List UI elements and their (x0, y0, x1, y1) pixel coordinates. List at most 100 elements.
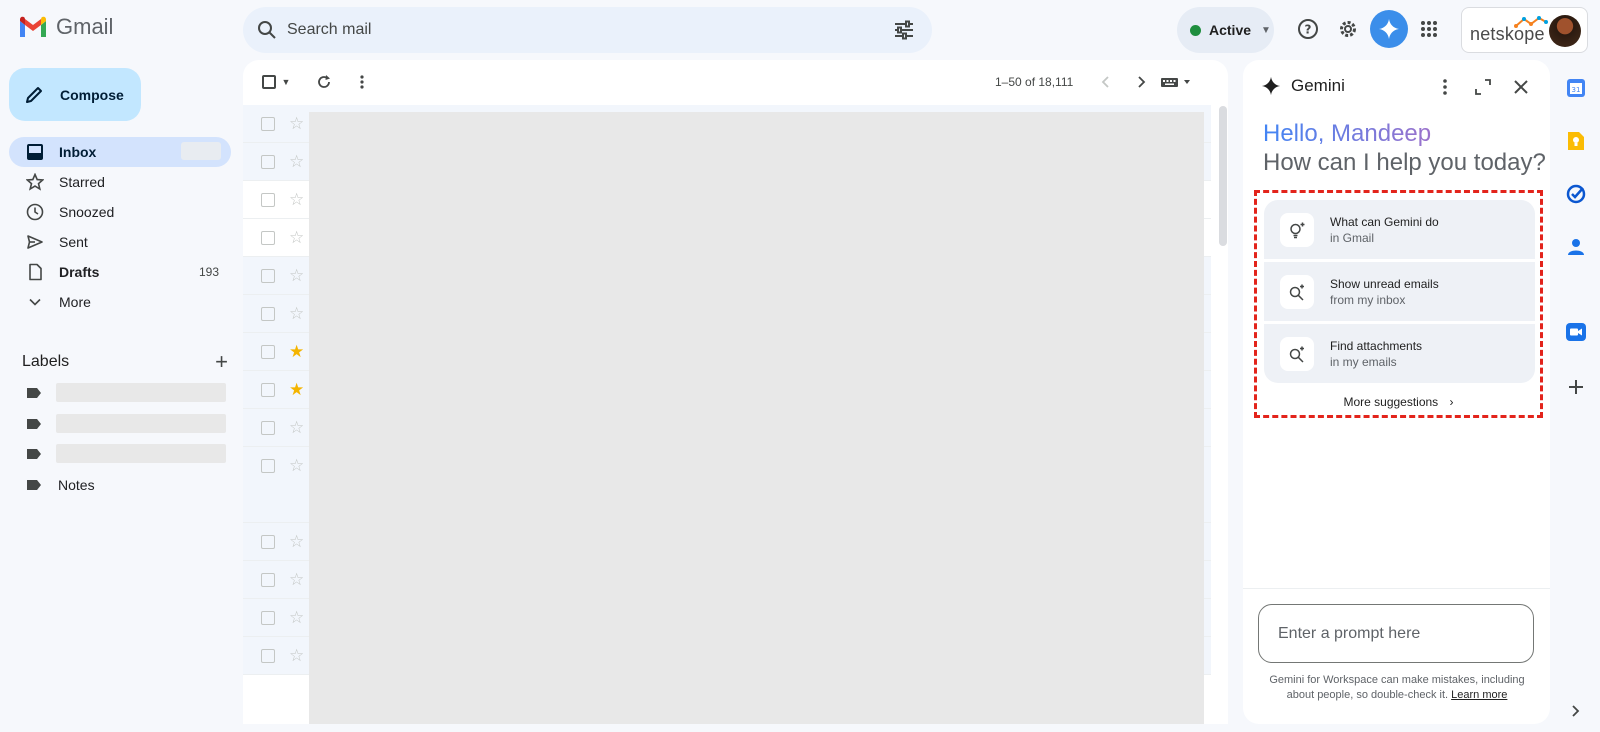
avatar[interactable] (1549, 15, 1581, 47)
suggestion-find-attachments[interactable]: Find attachments in my emails (1264, 324, 1535, 383)
redacted-label (56, 414, 226, 433)
status-dot-icon (1190, 24, 1201, 36)
keep-icon[interactable] (1565, 130, 1587, 152)
star-icon[interactable]: ☆ (289, 267, 304, 284)
redacted-count (181, 142, 221, 160)
apps-grid-icon[interactable] (1416, 16, 1442, 42)
starred-icon[interactable]: ★ (289, 381, 304, 398)
row-checkbox[interactable] (261, 306, 275, 321)
close-icon[interactable] (1510, 76, 1532, 98)
account-switcher[interactable]: netskope (1461, 7, 1588, 53)
sidebar-item-label: Snoozed (59, 204, 115, 220)
gmail-logo[interactable]: Gmail (18, 14, 113, 40)
star-icon[interactable]: ☆ (289, 609, 304, 626)
prompt-box[interactable] (1258, 604, 1534, 663)
lightbulb-sparkle-icon (1280, 212, 1314, 247)
mail-toolbar: ▼ 1–50 of 18,111 (243, 60, 1228, 104)
row-checkbox[interactable] (261, 420, 275, 435)
star-icon[interactable]: ☆ (289, 571, 304, 588)
sidebar-item-inbox[interactable]: Inbox (9, 137, 231, 167)
row-checkbox[interactable] (261, 459, 275, 473)
contacts-icon[interactable] (1565, 236, 1587, 258)
row-checkbox[interactable] (261, 648, 275, 663)
star-icon[interactable]: ☆ (289, 191, 304, 208)
calendar-icon[interactable]: 31 (1565, 77, 1587, 99)
row-checkbox[interactable] (261, 610, 275, 625)
sidebar-item-label: Drafts (59, 264, 100, 280)
row-checkbox[interactable] (261, 534, 275, 549)
refresh-icon[interactable] (314, 72, 334, 92)
more-suggestions-link[interactable]: More suggestions › (1257, 395, 1540, 409)
gmail-m-icon (20, 16, 46, 37)
chevron-right-icon: › (1449, 395, 1454, 409)
gemini-toggle-button[interactable] (1370, 10, 1408, 48)
search-sparkle-icon (1280, 274, 1314, 309)
star-icon[interactable]: ☆ (289, 115, 304, 132)
star-icon[interactable]: ☆ (289, 229, 304, 246)
sidebar-item-snoozed[interactable]: Snoozed (9, 197, 231, 227)
row-checkbox[interactable] (261, 344, 275, 359)
add-addon-icon[interactable] (1565, 376, 1587, 398)
label-item[interactable] (26, 444, 226, 463)
suggestion-what-can-gemini-do[interactable]: What can Gemini do in Gmail (1264, 200, 1535, 259)
compose-button[interactable]: Compose (9, 68, 141, 121)
sidebar-item-starred[interactable]: Starred (9, 167, 231, 197)
expand-icon[interactable] (1472, 76, 1494, 98)
settings-gear-icon[interactable] (1335, 16, 1361, 42)
account-brand: netskope (1470, 24, 1545, 44)
suggestion-subtitle: in my emails (1330, 354, 1397, 369)
sidebar-item-drafts[interactable]: Drafts 193 (9, 257, 231, 287)
select-menu-chevron-icon[interactable]: ▼ (276, 72, 296, 92)
row-checkbox[interactable] (261, 192, 275, 207)
prompt-input[interactable] (1278, 624, 1518, 643)
row-checkbox[interactable] (261, 116, 275, 131)
star-icon[interactable]: ☆ (289, 153, 304, 170)
sidebar-item-sent[interactable]: Sent (9, 227, 231, 257)
gmail-wordmark: Gmail (56, 14, 114, 39)
star-icon[interactable]: ☆ (289, 419, 304, 436)
learn-more-link[interactable]: Learn more (1451, 689, 1507, 701)
label-tag-icon (27, 448, 41, 459)
row-checkbox[interactable] (261, 572, 275, 587)
search-icon[interactable] (255, 18, 279, 42)
starred-icon[interactable]: ★ (289, 343, 304, 360)
chevron-right-icon[interactable] (1565, 700, 1587, 722)
add-label-icon[interactable]: + (215, 349, 228, 375)
mail-scrollbar[interactable] (1219, 106, 1227, 246)
gemini-panel: Gemini Hello, Mandeep How can I help you… (1243, 60, 1550, 724)
compose-label: Compose (60, 86, 124, 103)
next-page-icon[interactable] (1132, 72, 1152, 92)
label-tag-icon (27, 418, 41, 429)
label-item[interactable] (26, 414, 226, 433)
redacted-label (56, 444, 226, 463)
more-vert-icon[interactable] (352, 72, 372, 92)
status-selector[interactable]: Active ▼ (1177, 7, 1274, 53)
label-item-notes[interactable]: Notes (26, 477, 95, 493)
input-tools-keyboard-icon[interactable] (1160, 72, 1194, 92)
star-icon[interactable]: ☆ (289, 457, 304, 474)
suggestion-subtitle: in Gmail (1330, 230, 1375, 245)
row-checkbox[interactable] (261, 382, 275, 397)
suggestion-subtitle: from my inbox (1330, 292, 1406, 307)
star-icon[interactable]: ☆ (289, 647, 304, 664)
star-icon[interactable]: ☆ (289, 305, 304, 322)
sidebar-item-more[interactable]: More (9, 287, 231, 317)
search-bar[interactable] (243, 7, 932, 53)
row-checkbox[interactable] (261, 268, 275, 283)
suggestion-title: Find attachments (1330, 338, 1423, 353)
tasks-icon[interactable] (1565, 183, 1587, 205)
clock-icon (25, 202, 45, 222)
label-item[interactable] (26, 383, 226, 402)
search-input[interactable] (287, 21, 847, 39)
search-options-icon[interactable] (892, 18, 916, 42)
label-name: Notes (58, 477, 95, 493)
help-icon[interactable]: ? (1295, 16, 1321, 42)
suggestion-show-unread[interactable]: Show unread emails from my inbox (1264, 262, 1535, 321)
sidebar-item-label: Sent (59, 234, 88, 250)
row-checkbox[interactable] (261, 154, 275, 169)
more-vert-icon[interactable] (1434, 76, 1456, 98)
prev-page-icon[interactable] (1095, 72, 1115, 92)
video-call-icon[interactable] (1565, 321, 1587, 343)
row-checkbox[interactable] (261, 230, 275, 245)
star-icon[interactable]: ☆ (289, 533, 304, 550)
